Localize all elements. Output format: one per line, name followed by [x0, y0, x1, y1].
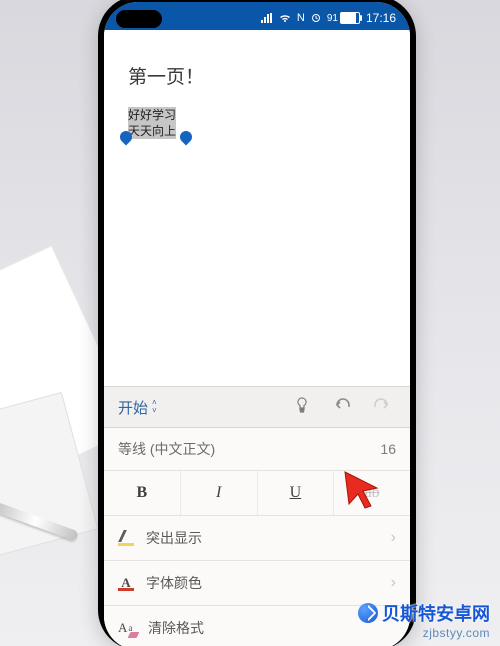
chevron-right-icon: › [391, 574, 396, 592]
lightbulb-icon [294, 397, 310, 413]
panel-toolbar: 开始 ˄˅ [104, 387, 410, 428]
selection-handle-start[interactable] [120, 131, 134, 151]
undo-button[interactable] [322, 398, 362, 417]
signal-icon [261, 13, 273, 23]
chevron-updown-icon: ˄˅ [152, 399, 157, 415]
battery-text: 91 [327, 13, 338, 24]
selection-line: 天天向上 [128, 123, 176, 139]
highlight-icon [118, 530, 134, 546]
chevron-right-icon: › [391, 529, 396, 547]
redo-icon [373, 398, 391, 412]
selection-line: 好好学习 [128, 107, 176, 123]
watermark-url: zjbstyy.com [358, 626, 490, 640]
battery-icon: 91 [327, 12, 360, 24]
tab-begin-label: 开始 [118, 397, 148, 418]
selection-handle-end[interactable] [180, 131, 194, 151]
page-title: 第一页！ [128, 62, 386, 89]
scene-background: N 91 17:16 第一页！ 好好学习 天天向上 [0, 0, 500, 646]
document-area[interactable]: 第一页！ 好好学习 天天向上 [104, 30, 410, 386]
clock-time: 17:16 [366, 11, 396, 25]
clear-format-icon: Aa [118, 620, 136, 636]
font-name: 等线 (中文正文) [118, 439, 380, 459]
nfc-icon: N [297, 12, 305, 24]
font-color-label: 字体颜色 [146, 573, 379, 593]
camera-notch [116, 10, 162, 28]
watermark-title: 贝斯特安卓网 [382, 600, 490, 626]
lightbulb-button[interactable] [282, 397, 322, 418]
text-selection[interactable]: 好好学习 天天向上 [128, 107, 184, 139]
watermark-logo-icon [358, 603, 378, 623]
font-size-value: 16 [380, 441, 396, 457]
watermark: 贝斯特安卓网 zjbstyy.com [358, 600, 490, 640]
highlight-row[interactable]: 突出显示 › [104, 516, 410, 561]
undo-icon [333, 398, 351, 412]
italic-button[interactable]: I [181, 471, 258, 515]
phone-screen: N 91 17:16 第一页！ 好好学习 天天向上 [104, 2, 410, 646]
font-row[interactable]: 等线 (中文正文) 16 [104, 428, 410, 471]
underline-button[interactable]: U [258, 471, 335, 515]
wifi-icon [279, 13, 291, 23]
alarm-icon [311, 13, 321, 23]
phone-frame: N 91 17:16 第一页！ 好好学习 天天向上 [98, 0, 416, 646]
font-color-icon: A [118, 575, 134, 591]
highlight-label: 突出显示 [146, 528, 379, 548]
bold-button[interactable]: B [104, 471, 181, 515]
tab-begin[interactable]: 开始 ˄˅ [112, 393, 163, 422]
redo-button[interactable] [362, 398, 402, 417]
